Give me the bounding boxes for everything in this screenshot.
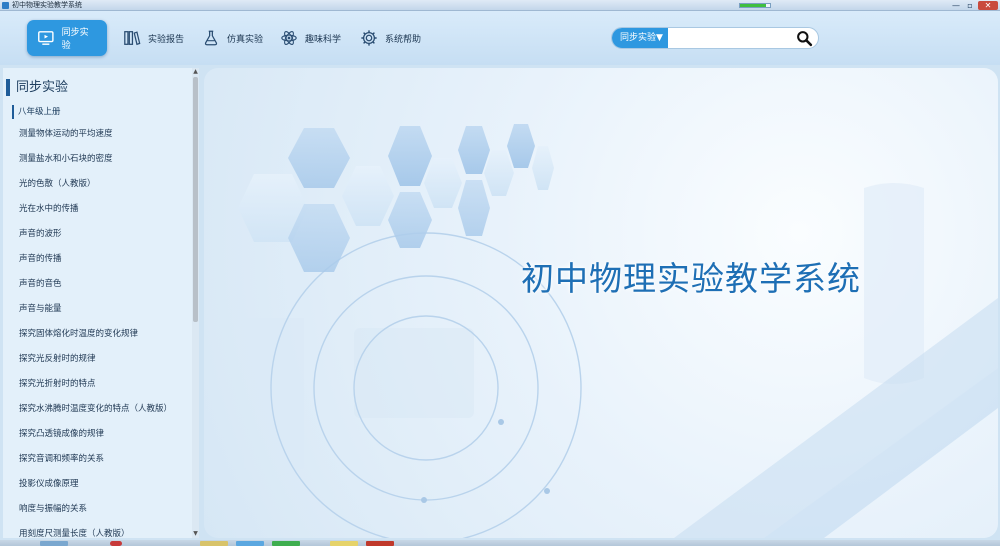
experiment-list-item[interactable]: 探究凸透镜成像的规律 (19, 424, 189, 449)
experiment-list-item[interactable]: 声音的波形 (19, 224, 189, 249)
nav-simulation-button[interactable]: 仿真实验 (192, 20, 273, 56)
taskbar-item[interactable] (330, 541, 358, 546)
sidebar-heading: 同步实验 (6, 79, 68, 96)
nav-experiment-report-button[interactable]: 实验报告 (113, 20, 194, 56)
taskbar-item[interactable] (236, 541, 264, 546)
grade-label[interactable]: 八年级上册 (12, 105, 61, 119)
flask-icon (204, 30, 218, 46)
nav-label: 趣味科学 (305, 34, 342, 45)
maximize-button[interactable]: ▫ (964, 1, 976, 10)
taskbar-item[interactable] (200, 541, 228, 546)
experiment-list-item[interactable]: 探究光折射时的特点 (19, 374, 189, 399)
search-box: 同步实验▼ (611, 27, 819, 49)
main-toolbar: 同步实验 实验报告 仿真实验 趣味科学 系统帮助 同步实验▼ (0, 11, 1000, 65)
nav-label: 实验报告 (148, 34, 185, 45)
experiment-list-item[interactable]: 光的色散（人教版） (19, 174, 189, 199)
monitor-play-icon (38, 31, 54, 45)
taskbar-item[interactable] (40, 541, 68, 546)
home-banner: 初中物理实验教学系统 (204, 68, 998, 538)
nav-sync-experiment-button[interactable]: 同步实验 (27, 20, 107, 56)
atom-icon (281, 31, 297, 45)
experiment-list-item[interactable]: 探究音调和频率的关系 (19, 449, 189, 474)
taskbar (0, 540, 1000, 546)
nav-label: 系统帮助 (385, 34, 422, 45)
sidebar: 同步实验 八年级上册 测量物体运动的平均速度 测量盐水和小石块的密度 光的色散（… (3, 68, 199, 538)
search-icon[interactable] (796, 30, 813, 47)
scroll-up-arrow[interactable]: ▲ (192, 68, 199, 76)
experiment-list-item[interactable]: 投影仪成像原理 (19, 474, 189, 499)
experiment-list-item[interactable]: 光在水中的传播 (19, 199, 189, 224)
scrollbar-thumb[interactable] (193, 77, 198, 322)
minimize-button[interactable]: — (950, 1, 962, 10)
taskbar-item[interactable] (272, 541, 300, 546)
experiment-list-item[interactable]: 探究光反射时的规律 (19, 349, 189, 374)
hexagon-decoration (238, 124, 998, 538)
experiment-list-item[interactable]: 探究固体熔化时温度的变化规律 (19, 324, 189, 349)
sidebar-scrollbar[interactable]: ▲ ▼ (192, 68, 199, 538)
progress-fill (740, 4, 766, 7)
experiment-list-item[interactable]: 响度与振幅的关系 (19, 499, 189, 524)
loading-progress-bar (739, 3, 771, 8)
experiment-list-item[interactable]: 用刻度尺测量长度（人教版） (19, 524, 189, 538)
window-title: 初中物理实验教学系统 (12, 1, 82, 9)
taskbar-item[interactable] (366, 541, 394, 546)
search-input[interactable] (670, 28, 790, 48)
scroll-down-arrow[interactable]: ▼ (192, 530, 199, 538)
experiment-list-item[interactable]: 测量盐水和小石块的密度 (19, 149, 189, 174)
main-title: 初中物理实验教学系统 (521, 259, 861, 298)
title-bar: 初中物理实验教学系统 — ▫ ✕ (0, 0, 1000, 11)
app-icon (2, 2, 9, 9)
nav-label: 同步实验 (61, 28, 89, 51)
nav-help-button[interactable]: 系统帮助 (350, 20, 431, 56)
gear-icon (361, 30, 377, 46)
experiment-list-item[interactable]: 声音与能量 (19, 299, 189, 324)
search-scope-dropdown[interactable]: 同步实验▼ (612, 28, 668, 48)
close-button[interactable]: ✕ (978, 1, 998, 10)
experiment-list-item[interactable]: 声音的传播 (19, 249, 189, 274)
experiment-list-item[interactable]: 测量物体运动的平均速度 (19, 124, 189, 149)
nav-fun-science-button[interactable]: 趣味科学 (270, 20, 351, 56)
experiment-list-item[interactable]: 探究水沸腾时温度变化的特点（人教版） (19, 399, 189, 424)
nav-label: 仿真实验 (227, 34, 264, 45)
experiment-list-item[interactable]: 声音的音色 (19, 274, 189, 299)
books-icon (124, 31, 141, 46)
taskbar-item[interactable] (110, 541, 122, 546)
experiment-list: 测量物体运动的平均速度 测量盐水和小石块的密度 光的色散（人教版） 光在水中的传… (19, 124, 189, 538)
